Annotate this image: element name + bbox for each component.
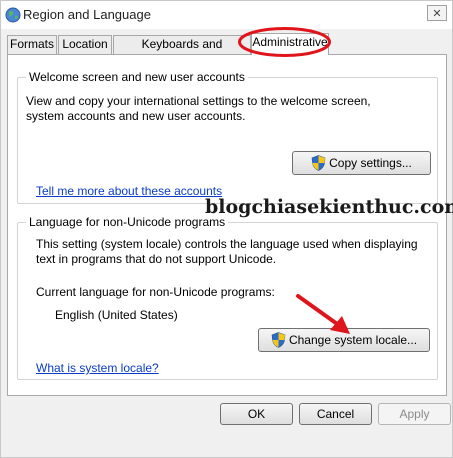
- tab-bar: Formats Location Keyboards and Languages…: [7, 33, 447, 68]
- tell-me-more-link[interactable]: Tell me more about these accounts: [36, 184, 222, 198]
- title-bar: Region and Language ✕: [1, 1, 452, 29]
- copy-settings-label: Copy settings...: [329, 156, 412, 170]
- tab-administrative[interactable]: Administrative: [251, 33, 329, 55]
- globe-icon: [5, 7, 21, 23]
- tab-location[interactable]: Location: [58, 35, 112, 54]
- ok-button[interactable]: OK: [220, 403, 293, 425]
- current-language-value: English (United States): [55, 308, 178, 322]
- close-icon: ✕: [432, 7, 442, 20]
- change-system-locale-button[interactable]: Change system locale...: [258, 328, 430, 352]
- welcome-group-title: Welcome screen and new user accounts: [26, 70, 248, 84]
- non-unicode-group: Language for non-Unicode programs This s…: [17, 215, 438, 380]
- tab-keyboards-and-languages[interactable]: Keyboards and Languages: [113, 35, 251, 68]
- apply-button[interactable]: Apply: [378, 403, 451, 425]
- watermark: blogchiasekienthuc.com: [205, 196, 453, 218]
- what-is-system-locale-link[interactable]: What is system locale?: [36, 361, 159, 375]
- close-button[interactable]: ✕: [427, 5, 447, 21]
- current-language-label: Current language for non-Unicode program…: [36, 285, 275, 299]
- non-unicode-description: This setting (system locale) controls th…: [36, 237, 418, 266]
- tab-label: Formats: [9, 37, 54, 51]
- ok-label: OK: [247, 407, 266, 421]
- copy-settings-button[interactable]: Copy settings...: [292, 151, 431, 175]
- shield-icon: [271, 332, 286, 348]
- cancel-label: Cancel: [316, 407, 355, 421]
- non-unicode-group-title: Language for non-Unicode programs: [26, 215, 229, 229]
- tab-formats[interactable]: Formats: [7, 35, 57, 54]
- welcome-description: View and copy your international setting…: [26, 94, 371, 123]
- tab-label: Location: [62, 37, 108, 51]
- region-and-language-dialog: Region and Language ✕ Formats Location K…: [0, 0, 453, 458]
- cancel-button[interactable]: Cancel: [299, 403, 372, 425]
- tab-label: Administrative: [252, 35, 328, 49]
- window-title: Region and Language: [23, 7, 151, 22]
- administrative-panel: Welcome screen and new user accounts Vie…: [7, 54, 447, 396]
- welcome-screen-group: Welcome screen and new user accounts Vie…: [17, 70, 438, 204]
- shield-icon: [311, 155, 326, 171]
- apply-label: Apply: [399, 407, 430, 421]
- change-system-locale-label: Change system locale...: [288, 333, 418, 347]
